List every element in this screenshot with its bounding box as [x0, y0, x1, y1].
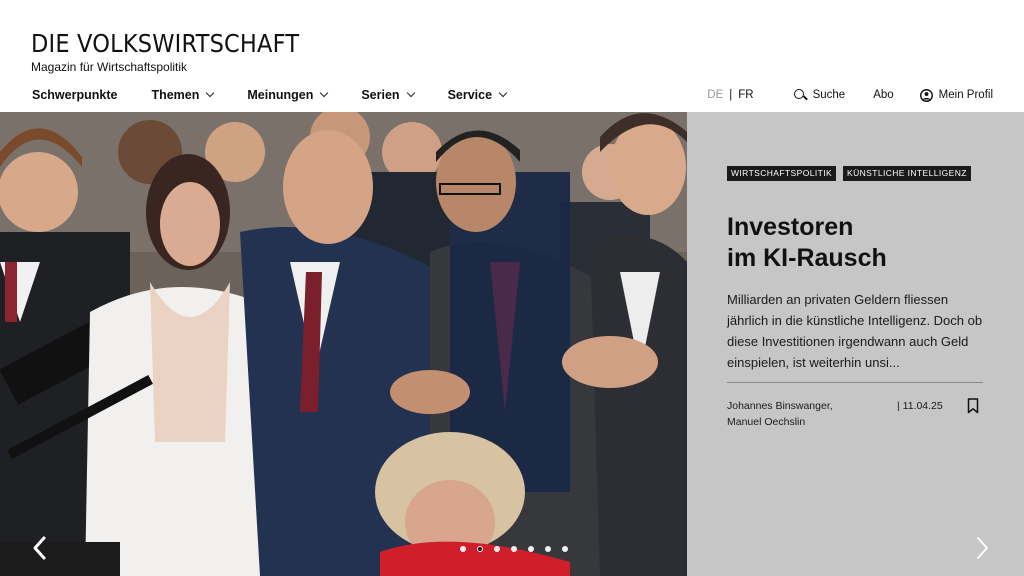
- tag-kuenstliche-intelligenz[interactable]: KÜNSTLICHE INTELLIGENZ: [843, 166, 971, 181]
- logo-subtitle: Magazin für Wirtschaftspolitik: [31, 60, 188, 74]
- tag-wirtschaftspolitik[interactable]: WIRTSCHAFTSPOLITIK: [727, 166, 837, 181]
- header-tools: DE | FR Suche Abo Mein Profil: [707, 87, 993, 103]
- hero-photo-illustration: [0, 112, 687, 576]
- tag-list: WIRTSCHAFTSPOLITIK KÜNSTLICHE INTELLIGEN…: [727, 166, 978, 181]
- language-de[interactable]: DE: [707, 89, 723, 101]
- chevron-down-icon: [498, 88, 508, 98]
- carousel-dot[interactable]: [545, 546, 551, 552]
- bookmark-icon[interactable]: [967, 398, 979, 414]
- hero-photo[interactable]: [0, 112, 687, 576]
- nav-item-meinungen[interactable]: Meinungen: [247, 88, 329, 102]
- nav-item-serien[interactable]: Serien: [361, 88, 415, 102]
- nav-item-service[interactable]: Service: [447, 88, 508, 102]
- nav-item-schwerpunkte[interactable]: Schwerpunkte: [32, 88, 117, 102]
- carousel-dot[interactable]: [562, 546, 568, 552]
- nav-item-label: Meinungen: [247, 88, 314, 102]
- logo-title: DIE VOLKSWIRTSCHAFT: [31, 29, 300, 58]
- nav-item-label: Serien: [361, 88, 400, 102]
- chevron-right-icon[interactable]: [970, 534, 994, 562]
- nav-item-label: Schwerpunkte: [32, 88, 118, 102]
- carousel-dot[interactable]: [460, 546, 466, 552]
- author-line-2: Manuel Oechslin: [727, 416, 806, 428]
- carousel-dot[interactable]: [528, 546, 534, 552]
- chevron-left-icon[interactable]: [28, 534, 52, 562]
- site-header: DIE VOLKSWIRTSCHAFT Magazin für Wirtscha…: [0, 0, 1024, 112]
- article-date: | 11.04.25: [897, 400, 943, 412]
- headline-line-2: im KI-Rausch: [727, 244, 887, 272]
- hero-carousel: WIRTSCHAFTSPOLITIK KÜNSTLICHE INTELLIGEN…: [0, 112, 1024, 576]
- article-lead: Milliarden an privaten Geldern fliessen …: [727, 292, 983, 370]
- search-button[interactable]: Suche: [793, 88, 846, 102]
- search-icon: [793, 88, 807, 102]
- chevron-down-icon: [206, 88, 215, 98]
- language-separator: |: [729, 89, 733, 101]
- chevron-down-icon: [406, 88, 415, 98]
- nav-item-label: Themen: [151, 88, 200, 102]
- user-circle-icon: [919, 88, 933, 102]
- author-line-1: Johannes Binswanger,: [727, 400, 833, 412]
- teaser-panel[interactable]: WIRTSCHAFTSPOLITIK KÜNSTLICHE INTELLIGEN…: [687, 112, 1024, 576]
- main-nav: Schwerpunkte Themen Meinungen Serien Ser…: [32, 87, 508, 103]
- carousel-dots: [460, 546, 579, 552]
- nav-item-label: Service: [447, 88, 493, 102]
- divider: [727, 382, 983, 383]
- profile-button[interactable]: Mein Profil: [919, 88, 993, 102]
- abo-link[interactable]: Abo: [873, 89, 893, 101]
- carousel-dot[interactable]: [511, 546, 517, 552]
- site-logo[interactable]: DIE VOLKSWIRTSCHAFT Magazin für Wirtscha…: [31, 30, 329, 75]
- nav-item-themen[interactable]: Themen: [151, 88, 215, 102]
- carousel-dot[interactable]: [477, 546, 483, 552]
- chevron-down-icon: [320, 88, 329, 98]
- search-label: Suche: [812, 89, 846, 101]
- article-headline[interactable]: Investoren im KI-Rausch: [727, 212, 987, 274]
- profile-label: Mein Profil: [938, 89, 993, 101]
- headline-line-1: Investoren: [727, 213, 854, 241]
- article-authors: Johannes Binswanger, Manuel Oechslin: [727, 398, 833, 430]
- language-fr[interactable]: FR: [738, 89, 753, 101]
- carousel-dot[interactable]: [494, 546, 500, 552]
